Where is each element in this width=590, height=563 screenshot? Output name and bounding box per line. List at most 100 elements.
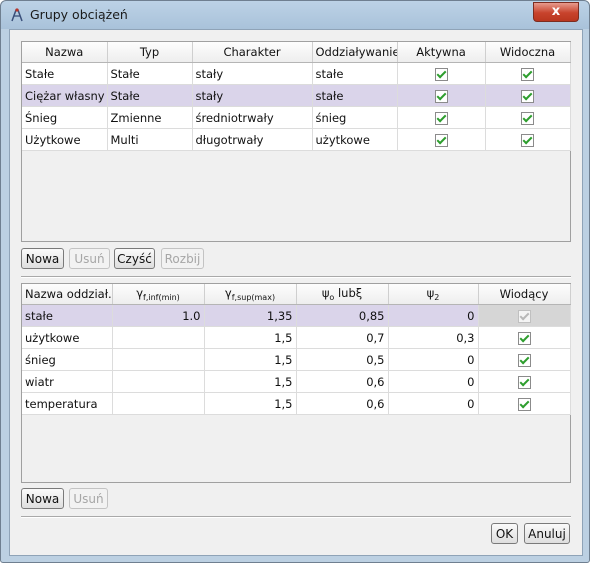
aktywna-checkbox[interactable] bbox=[434, 111, 448, 125]
column-header-gamma-min[interactable]: γf,inf(min) bbox=[112, 284, 205, 305]
cell-oddzialywanie[interactable]: stałe bbox=[312, 84, 398, 107]
rozbij-button[interactable]: Rozbij bbox=[161, 248, 204, 269]
cell-typ[interactable]: Stałe bbox=[107, 84, 193, 107]
table-row-selected[interactable]: Ciężar własny Stałe stały stałe bbox=[22, 84, 571, 107]
cell-psi2[interactable]: 0 bbox=[388, 392, 479, 415]
wiodacy-checkbox[interactable] bbox=[517, 375, 531, 389]
table-row[interactable]: Użytkowe Multi długotrwały użytkowe bbox=[22, 128, 571, 151]
wiodacy-checkbox[interactable] bbox=[517, 331, 531, 345]
column-header-nazwa[interactable]: Nazwa bbox=[22, 42, 108, 63]
table-row[interactable]: temperatura 1,5 0,6 0 bbox=[22, 392, 571, 415]
dialog-body: Nazwa Typ Charakter Oddziaływanie Aktywn… bbox=[9, 29, 583, 556]
cell-psi0[interactable]: 0,5 bbox=[296, 348, 389, 371]
cell-gamma-max[interactable]: 1,5 bbox=[204, 326, 297, 349]
widoczna-checkbox[interactable] bbox=[521, 111, 534, 125]
widoczna-checkbox[interactable] bbox=[521, 67, 534, 81]
cell-oddzialywanie[interactable]: stałe bbox=[312, 62, 398, 85]
column-header-psi2[interactable]: ψ2 bbox=[388, 284, 479, 305]
close-button[interactable]: x bbox=[533, 2, 579, 22]
cell-aktywna bbox=[397, 84, 486, 107]
cell-wiodacy bbox=[478, 370, 571, 393]
cell-aktywna bbox=[397, 62, 486, 85]
cell-psi0[interactable]: 0,6 bbox=[296, 370, 389, 393]
column-header-psi0[interactable]: ψo lubξ bbox=[296, 284, 389, 305]
aktywna-checkbox[interactable] bbox=[434, 67, 448, 81]
cell-nazwa[interactable]: użytkowe bbox=[22, 326, 113, 349]
column-header-oddzialywanie[interactable]: Oddziaływanie bbox=[312, 42, 398, 63]
table-row[interactable]: Stałe Stałe stały stałe bbox=[22, 62, 571, 85]
groups-table: Nazwa Typ Charakter Oddziaływanie Aktywn… bbox=[22, 42, 571, 151]
cell-gamma-min[interactable] bbox=[112, 326, 205, 349]
cell-nazwa[interactable]: Ciężar własny bbox=[22, 84, 108, 107]
cell-oddzialywanie[interactable]: użytkowe bbox=[312, 128, 398, 151]
cell-typ[interactable]: Stałe bbox=[107, 62, 193, 85]
table-row[interactable]: użytkowe 1,5 0,7 0,3 bbox=[22, 326, 571, 349]
cell-gamma-min[interactable] bbox=[112, 348, 205, 371]
cell-gamma-max[interactable]: 1,5 bbox=[204, 348, 297, 371]
column-header-aktywna[interactable]: Aktywna bbox=[397, 42, 486, 63]
nowa-factor-button[interactable]: Nowa bbox=[21, 488, 64, 509]
wiodacy-checkbox bbox=[517, 309, 531, 323]
cell-widoczna bbox=[485, 62, 571, 85]
groups-table-panel: Nazwa Typ Charakter Oddziaływanie Aktywn… bbox=[21, 41, 571, 242]
usun-factor-button[interactable]: Usuń bbox=[69, 488, 108, 509]
column-header-typ[interactable]: Typ bbox=[107, 42, 193, 63]
column-header-widoczna[interactable]: Widoczna bbox=[485, 42, 571, 63]
title-bar[interactable]: Grupy obciążeń x bbox=[1, 1, 589, 29]
cell-psi2[interactable]: 0 bbox=[388, 348, 479, 371]
cell-gamma-min[interactable]: 1.0 bbox=[112, 304, 205, 327]
cell-psi0[interactable]: 0,7 bbox=[296, 326, 389, 349]
cell-charakter[interactable]: stały bbox=[192, 62, 313, 85]
table-row[interactable]: śnieg 1,5 0,5 0 bbox=[22, 348, 571, 371]
nowa-group-button[interactable]: Nowa bbox=[21, 248, 64, 269]
cell-gamma-max[interactable]: 1,5 bbox=[204, 370, 297, 393]
usun-group-button[interactable]: Usuń bbox=[69, 248, 110, 269]
cell-charakter[interactable]: długotrwały bbox=[192, 128, 313, 151]
cell-gamma-min[interactable] bbox=[112, 370, 205, 393]
cell-nazwa[interactable]: Stałe bbox=[22, 62, 108, 85]
column-header-wiodacy[interactable]: Wiodący bbox=[478, 284, 571, 305]
cell-psi2[interactable]: 0,3 bbox=[388, 326, 479, 349]
wiodacy-checkbox[interactable] bbox=[517, 353, 531, 367]
aktywna-checkbox[interactable] bbox=[434, 89, 448, 103]
cell-nazwa[interactable]: wiatr bbox=[22, 370, 113, 393]
cell-psi2[interactable]: 0 bbox=[388, 304, 479, 327]
cell-charakter[interactable]: średniotrwały bbox=[192, 106, 313, 129]
ok-button[interactable]: OK bbox=[491, 523, 518, 544]
gamma-max-subscript: f,sup(max) bbox=[231, 293, 276, 302]
cell-nazwa[interactable]: Użytkowe bbox=[22, 128, 108, 151]
czysc-button[interactable]: Czyść bbox=[114, 248, 155, 269]
widoczna-checkbox[interactable] bbox=[521, 89, 534, 103]
cell-typ[interactable]: Multi bbox=[107, 128, 193, 151]
wiodacy-checkbox[interactable] bbox=[517, 397, 531, 411]
cell-typ[interactable]: Zmienne bbox=[107, 106, 193, 129]
cell-nazwa[interactable]: śnieg bbox=[22, 348, 113, 371]
cell-psi2[interactable]: 0 bbox=[388, 370, 479, 393]
cell-nazwa[interactable]: temperatura bbox=[22, 392, 113, 415]
column-header-charakter[interactable]: Charakter bbox=[192, 42, 313, 63]
table-row[interactable]: Śnieg Zmienne średniotrwały śnieg bbox=[22, 106, 571, 129]
widoczna-checkbox[interactable] bbox=[521, 133, 534, 147]
psi2-subscript: 2 bbox=[434, 293, 440, 302]
cell-wiodacy bbox=[478, 304, 571, 327]
column-header-gamma-max[interactable]: γf,sup(max) bbox=[204, 284, 297, 305]
cell-widoczna bbox=[485, 84, 571, 107]
aktywna-checkbox[interactable] bbox=[434, 133, 448, 147]
cell-gamma-max[interactable]: 1,5 bbox=[204, 392, 297, 415]
cell-gamma-max[interactable]: 1,35 bbox=[204, 304, 297, 327]
column-header-nazwa-oddzialywania[interactable]: Nazwa oddział... bbox=[22, 284, 113, 305]
cell-nazwa[interactable]: stałe bbox=[22, 304, 113, 327]
gamma-symbol: γ bbox=[224, 286, 232, 300]
cell-oddzialywanie[interactable]: śnieg bbox=[312, 106, 398, 129]
cancel-button[interactable]: Anuluj bbox=[524, 523, 570, 544]
table-row-selected[interactable]: stałe 1.0 1,35 0,85 0 bbox=[22, 304, 571, 327]
cell-psi0[interactable]: 0,6 bbox=[296, 392, 389, 415]
cell-wiodacy bbox=[478, 348, 571, 371]
cell-charakter[interactable]: stały bbox=[192, 84, 313, 107]
cell-nazwa[interactable]: Śnieg bbox=[22, 106, 108, 129]
table-row[interactable]: wiatr 1,5 0,6 0 bbox=[22, 370, 571, 393]
divider bbox=[21, 516, 571, 518]
cell-psi0[interactable]: 0,85 bbox=[296, 304, 389, 327]
cell-gamma-min[interactable] bbox=[112, 392, 205, 415]
close-icon: x bbox=[551, 4, 561, 19]
